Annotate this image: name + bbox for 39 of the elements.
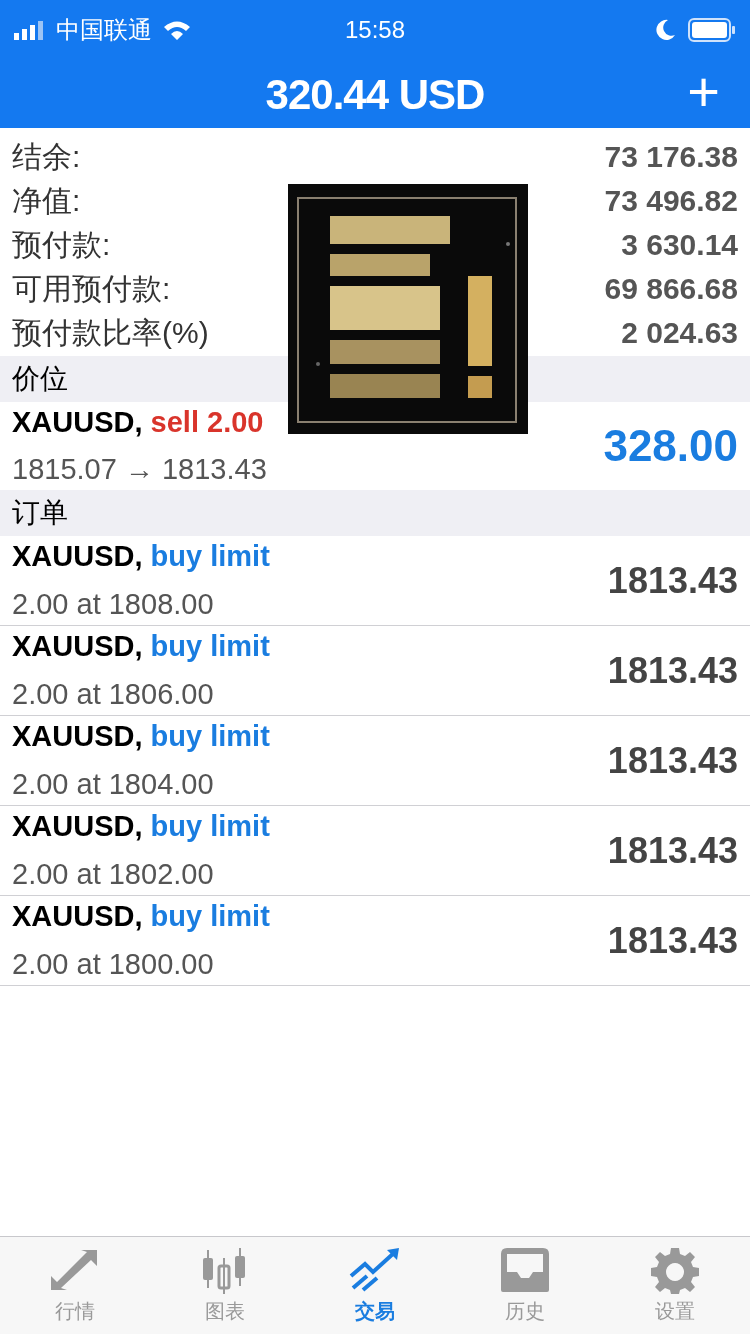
account-value: 69 866.68 bbox=[604, 270, 738, 307]
price-value: 1813.43 bbox=[607, 558, 738, 603]
trade-detail: 2.00 at 1804.00 bbox=[12, 766, 215, 802]
trade-detail: 2.00 at 1806.00 bbox=[12, 676, 215, 712]
trade-title: XAUUSD, buy limit bbox=[12, 809, 270, 844]
account-label: 预付款比率(%) bbox=[12, 314, 209, 351]
price-value: 1813.43 bbox=[607, 828, 738, 873]
account-label: 可用预付款: bbox=[12, 270, 171, 307]
trade-title: XAUUSD, buy limit bbox=[12, 629, 270, 664]
account-value: 73 496.82 bbox=[604, 182, 738, 219]
profit-value: 328.00 bbox=[603, 420, 738, 472]
section-header: 订单 bbox=[12, 496, 68, 530]
battery-icon bbox=[688, 18, 736, 42]
trade-detail: 2.00 at 1800.00 bbox=[12, 946, 215, 982]
wifi-icon bbox=[162, 19, 192, 41]
balance-title: 320.44 USD bbox=[265, 69, 485, 120]
price-value: 1813.43 bbox=[607, 738, 738, 783]
price-value: 1813.43 bbox=[607, 918, 738, 963]
trade-title: XAUUSD, sell 2.00 bbox=[12, 404, 265, 440]
account-value: 2 024.63 bbox=[621, 314, 738, 351]
tab-button[interactable]: 交易 bbox=[300, 1237, 450, 1334]
account-label: 结余: bbox=[12, 138, 81, 175]
add-button[interactable]: + bbox=[687, 62, 720, 122]
account-label: 预付款: bbox=[12, 226, 111, 263]
trade-detail: 2.00 at 1808.00 bbox=[12, 586, 215, 622]
account-value: 3 630.14 bbox=[621, 226, 738, 263]
signal-icon bbox=[14, 20, 46, 40]
account-label: 净值: bbox=[12, 182, 81, 219]
trade-title: XAUUSD, buy limit bbox=[12, 539, 270, 574]
trade-detail: 2.00 at 1802.00 bbox=[12, 856, 215, 892]
trade-title: XAUUSD, buy limit bbox=[12, 899, 270, 934]
price-value: 1813.43 bbox=[607, 648, 738, 693]
account-value: 73 176.38 bbox=[604, 138, 738, 175]
trade-detail: 1815.07 → 1813.43 bbox=[12, 452, 267, 487]
moon-icon bbox=[656, 19, 676, 41]
trade-title: XAUUSD, buy limit bbox=[12, 719, 270, 754]
clock-time: 15:58 bbox=[344, 15, 406, 45]
section-header: 价位 bbox=[12, 362, 68, 396]
carrier-name: 中国联通 bbox=[56, 15, 152, 45]
